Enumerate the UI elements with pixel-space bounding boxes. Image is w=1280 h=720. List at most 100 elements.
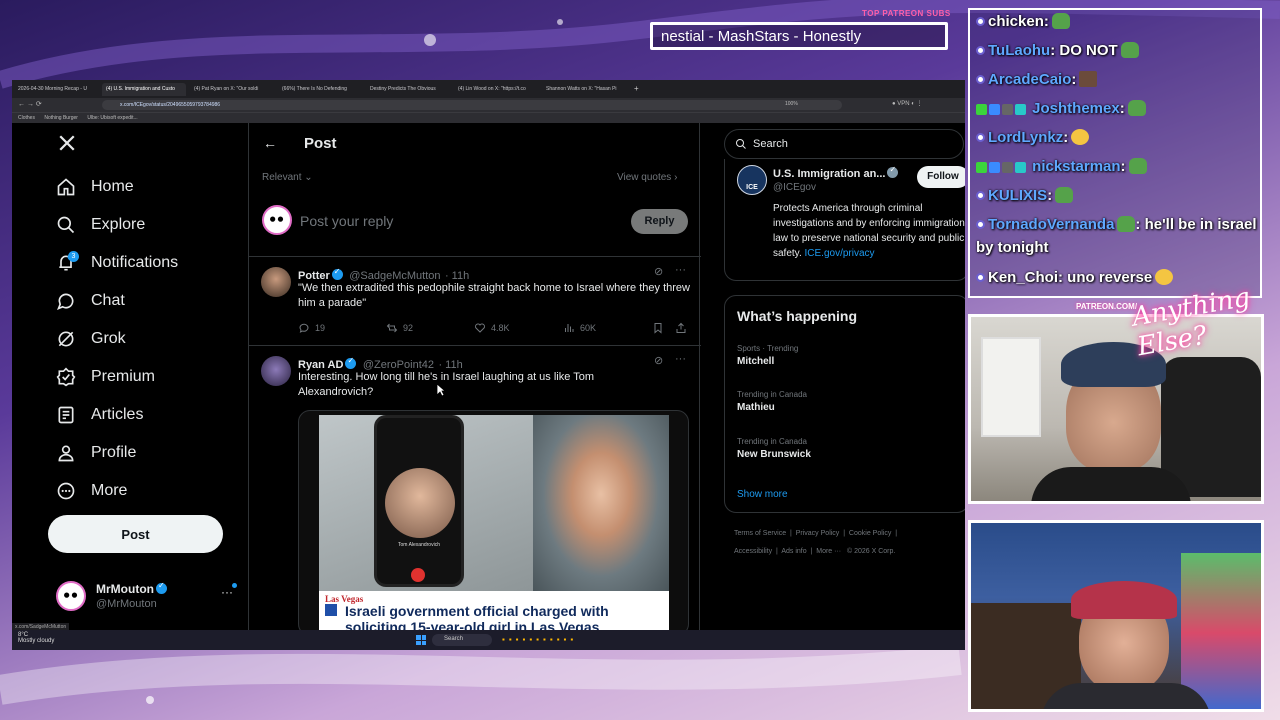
account-more-icon[interactable]: ···	[221, 585, 233, 599]
browser-tab[interactable]: (66%) There Is No Defending	[278, 83, 362, 96]
yellow-emote-icon	[1071, 129, 1090, 145]
browser-tab[interactable]: (4) Pat Ryan on X: "Our soldi	[190, 83, 274, 96]
copyright: © 2026 X Corp.	[846, 548, 896, 555]
nav-home[interactable]: Home	[56, 169, 134, 205]
trend-item[interactable]: Trending in Canada Mathieu	[737, 390, 957, 413]
tweet-avatar[interactable]	[261, 267, 291, 297]
verified-icon	[345, 356, 357, 369]
footer-link[interactable]: Accessibility	[734, 548, 772, 555]
tweet-avatar[interactable]	[261, 356, 291, 386]
reply-button[interactable]: Reply	[631, 209, 688, 234]
like-action[interactable]: 4.8K	[474, 322, 510, 334]
reply-tweet[interactable]: Ryan AD @ZeroPoint42 · 11h ⊘ ··· Interes…	[249, 346, 701, 635]
taskbar-app-icons[interactable]: ▪▪▪▪▪▪▪▪▪▪▪	[502, 635, 577, 644]
reply-action[interactable]: 19	[298, 322, 325, 334]
chat-text: :	[1047, 187, 1053, 204]
back-forward-reload-icons[interactable]: ← → ⟳	[18, 100, 42, 108]
browser-tab[interactable]: Shannon Watts on X: "Hasan Pi	[542, 83, 626, 96]
browser-window: 2026-04-30 Morning Recap - U (4) U.S. Im…	[12, 80, 965, 650]
share-icon[interactable]	[675, 322, 687, 334]
nav-label: Explore	[91, 216, 146, 233]
repost-icon	[386, 323, 398, 333]
bookmark-item[interactable]: Clothes	[18, 115, 35, 121]
trend-item[interactable]: Trending in Canada New Brunswick	[737, 437, 957, 460]
nav-articles[interactable]: Articles	[56, 397, 143, 433]
footer-link[interactable]: Terms of Service	[734, 530, 786, 537]
tweet-more-icon[interactable]: ···	[675, 264, 686, 276]
verified-icon	[331, 267, 343, 280]
verified-icon	[155, 581, 167, 594]
stream-chat: chicken: TuLaohu: DO NOT ArcadeCaio: Jos…	[968, 8, 1262, 298]
nav-explore[interactable]: Explore	[56, 207, 145, 243]
tweet-more-icon[interactable]: ···	[675, 353, 686, 365]
x-logo-icon[interactable]	[58, 134, 76, 152]
profile-icon	[58, 445, 74, 462]
verified-gray-icon	[887, 165, 899, 178]
new-tab-button[interactable]: +	[634, 84, 639, 93]
profile-link[interactable]: ICE.gov/privacy	[805, 248, 875, 259]
tweet-text: Interesting. How long till he's in Israe…	[298, 371, 594, 398]
tweet-image[interactable]: Tom Alexandrovich Las Vegas Israeli gove…	[298, 410, 689, 635]
profile-name[interactable]: U.S. Immigration an...	[773, 165, 900, 180]
chat-username: Ken_Choi	[988, 269, 1059, 286]
trends-title: What’s happening	[737, 308, 858, 324]
footer-link[interactable]: More ···	[816, 548, 841, 555]
bookmark-icon[interactable]	[652, 322, 664, 334]
extension-icons[interactable]: ● VPN ◐ ⋮	[892, 100, 923, 107]
account-switcher[interactable]: MrMouton @MrMouton ···	[56, 578, 237, 618]
profile-handle[interactable]: @ICEgov	[773, 182, 816, 193]
reply-icon	[299, 323, 309, 333]
url-text: x.com/ICEgov/status/2049655059793784986	[120, 102, 221, 108]
search-icon	[736, 139, 746, 149]
view-quotes-link[interactable]: View quotes ›	[617, 172, 677, 183]
profile-bio: Protects America through criminal invest…	[773, 203, 965, 259]
reply-tweet[interactable]: Potter @SadgeMcMutton · 11h ⊘ ··· "We th…	[249, 257, 701, 345]
footer-link[interactable]: Privacy Policy	[796, 530, 840, 537]
browser-tab[interactable]: (4) Lin Wood on X: "https://t.co	[454, 83, 538, 96]
repost-action[interactable]: 92	[386, 322, 413, 334]
nav-premium[interactable]: Premium	[56, 359, 155, 395]
start-button[interactable]	[416, 635, 426, 645]
reply-count: 19	[315, 323, 326, 333]
weather-widget[interactable]: 8°C Mostly cloudy	[18, 632, 54, 644]
nav-grok[interactable]: Grok	[56, 321, 126, 357]
nav-label: Articles	[91, 406, 144, 423]
url-bar[interactable]: x.com/ICEgov/status/2049655059793784986	[102, 100, 842, 110]
views-action[interactable]: 60K	[563, 322, 596, 334]
grok-analyze-icon[interactable]: ⊘	[654, 265, 663, 278]
follow-button[interactable]: Follow	[917, 166, 965, 188]
face-emote-icon	[1079, 71, 1098, 87]
ice-avatar[interactable]: ICE	[737, 165, 767, 195]
browser-tab[interactable]: 2026-04-30 Morning Recap - U	[14, 83, 98, 96]
chat-username: TornadoVernanda	[988, 216, 1115, 233]
nav-profile[interactable]: Profile	[56, 435, 136, 471]
bookmark-item[interactable]: Ulbe: Ubisoft expedit...	[87, 115, 137, 121]
nav-chat[interactable]: Chat	[56, 283, 125, 319]
sort-relevant-dropdown[interactable]: Relevant ⌄	[262, 172, 313, 183]
bookmark-item[interactable]: Nothing Burger	[44, 115, 78, 121]
post-button[interactable]: Post	[48, 515, 223, 553]
tweet-text: "We then extradited this pedophile strai…	[298, 282, 690, 309]
search-input[interactable]: Search	[724, 129, 964, 159]
footer-link[interactable]: Ads info	[781, 548, 806, 555]
end-call-icon	[411, 568, 425, 582]
chat-message: nickstarman:	[976, 155, 1258, 180]
trend-name: Mathieu	[737, 402, 775, 413]
chat-text: :	[1063, 129, 1069, 146]
trend-item[interactable]: Sports · Trending Mitchell	[737, 344, 957, 367]
browser-tab-active[interactable]: (4) U.S. Immigration and Custo	[102, 83, 186, 96]
more-icon	[57, 482, 75, 500]
back-arrow-icon[interactable]: ←	[263, 135, 277, 151]
grok-analyze-icon[interactable]: ⊘	[654, 354, 663, 367]
trend-category: Trending in Canada	[737, 437, 807, 446]
reply-input[interactable]: Post your reply	[300, 213, 393, 229]
nav-more[interactable]: More	[56, 473, 127, 509]
zoom-level[interactable]: 100%	[785, 101, 798, 107]
reply-avatar	[262, 205, 292, 235]
nav-label: Chat	[91, 292, 125, 309]
browser-tab[interactable]: Destiny Predicts The Obvious	[366, 83, 450, 96]
taskbar-search[interactable]: Search	[432, 634, 492, 646]
page-title: Post	[304, 135, 337, 152]
footer-link[interactable]: Cookie Policy	[849, 530, 891, 537]
show-more-link[interactable]: Show more	[737, 489, 788, 500]
